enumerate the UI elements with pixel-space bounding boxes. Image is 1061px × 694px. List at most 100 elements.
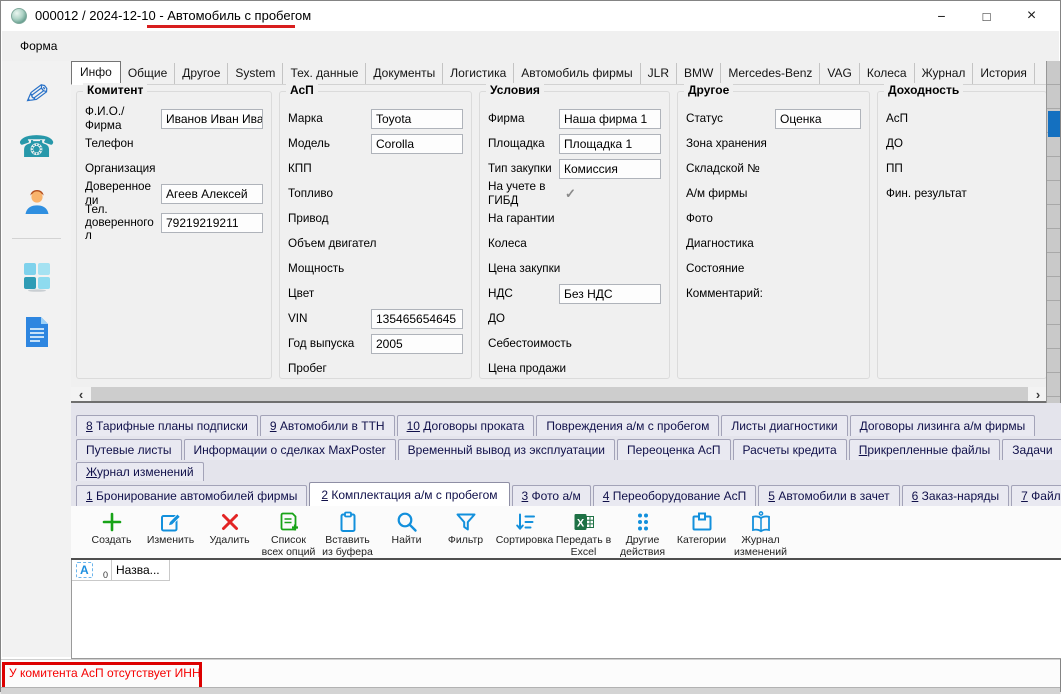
bottom-tab[interactable]: 7 Файлы договора xyxy=(1011,485,1061,506)
top-tab[interactable]: Другое xyxy=(175,63,228,84)
top-tab[interactable]: Автомобиль фирмы xyxy=(514,63,640,84)
field-input[interactable]: Наша фирма 1 xyxy=(559,109,661,129)
name-column-header[interactable]: Назва... xyxy=(112,560,170,581)
top-tab[interactable]: Инфо xyxy=(71,61,121,85)
tab-hotkey: 8 xyxy=(86,419,93,433)
toolbar-button[interactable]: Изменить xyxy=(142,510,199,547)
bottom-tab[interactable]: Прикрепленные файлы xyxy=(849,439,1001,460)
scroll-left-icon[interactable]: ‹ xyxy=(71,387,91,401)
form-field-row: Пробег xyxy=(288,356,463,381)
close-button[interactable]: × xyxy=(1009,1,1054,31)
bottom-tab[interactable]: Информации о сделках MaxPoster xyxy=(184,439,396,460)
bottom-tab[interactable]: 4 Переоборудование АсП xyxy=(593,485,757,506)
pen-button[interactable]: ✎ xyxy=(2,74,71,116)
form-field-row: АсП xyxy=(886,106,1038,131)
field-input[interactable]: 79219219211 xyxy=(161,213,263,233)
bottom-tab[interactable]: 9 Автомобили в ТТН xyxy=(260,415,395,436)
scrollbar-thumb[interactable] xyxy=(91,387,1028,401)
bottom-tab[interactable]: Договоры лизинга а/м фирмы xyxy=(850,415,1036,436)
field-label: На учете в ГИБД xyxy=(488,180,557,206)
menu-item-form[interactable]: Форма xyxy=(14,38,63,54)
right-dock-strip[interactable] xyxy=(1046,61,1060,403)
toolbar-button[interactable]: Фильтр xyxy=(437,510,494,547)
bottom-tab[interactable]: 2 Комплектация а/м с пробегом xyxy=(309,482,509,506)
toolbar-button[interactable]: Найти xyxy=(378,510,435,547)
field-input[interactable]: Площадка 1 xyxy=(559,134,661,154)
top-tab[interactable]: Документы xyxy=(366,63,443,84)
toolbar-button[interactable]: Удалить xyxy=(201,510,258,547)
bottom-tab[interactable]: 10 Договоры проката xyxy=(397,415,535,436)
client-button[interactable] xyxy=(2,183,71,225)
toolbar-button[interactable]: Другие действия xyxy=(614,510,671,559)
top-tab[interactable]: Логистика xyxy=(443,63,514,84)
field-input[interactable]: Агеев Алексей xyxy=(161,184,263,204)
bottom-tab[interactable]: Расчеты кредита xyxy=(733,439,847,460)
bottom-tab[interactable]: Временный вывод из эксплуатации xyxy=(398,439,615,460)
field-input[interactable]: 135465654645 xyxy=(371,309,463,329)
top-tab[interactable]: История xyxy=(973,63,1035,84)
top-tab[interactable]: VAG xyxy=(820,63,859,84)
minimize-button[interactable]: − xyxy=(919,1,964,31)
bottom-tab[interactable]: 8 Тарифные планы подписки xyxy=(76,415,258,436)
field-label: На гарантии xyxy=(488,212,661,225)
field-label: Диагностика xyxy=(686,237,861,250)
dock-strip-selection[interactable] xyxy=(1048,111,1060,137)
form-field-row: А/м фирмы xyxy=(686,181,861,206)
maximize-button[interactable]: □ xyxy=(964,1,1009,31)
phone-button[interactable]: ☎ xyxy=(2,126,71,168)
bottom-tab[interactable]: Задачи xyxy=(1002,439,1061,460)
bottom-tab[interactable]: 5 Автомобили в зачет xyxy=(758,485,899,506)
plus-icon xyxy=(100,510,124,534)
select-column-header[interactable]: A 0 xyxy=(72,560,112,581)
field-input[interactable]: Toyota xyxy=(371,109,463,129)
bottom-tab[interactable]: 1 Бронирование автомобилей фирмы xyxy=(76,485,307,506)
form-field-row: Ф.И.О./ФирмаИванов Иван Ива xyxy=(85,106,263,131)
bottom-tab[interactable]: Переоценка АсП xyxy=(617,439,731,460)
toolbar-button[interactable]: Создать xyxy=(83,510,140,547)
top-tab[interactable]: Колеса xyxy=(860,63,915,84)
toolbar-button[interactable]: XПередать в Excel xyxy=(555,510,612,559)
top-tab[interactable]: Журнал xyxy=(915,63,974,84)
field-input[interactable]: Иванов Иван Ива xyxy=(161,109,263,129)
form-field-row: Комментарий: xyxy=(686,281,861,306)
form-field-row: На гарантии xyxy=(488,206,661,231)
field-input[interactable]: 2005 xyxy=(371,334,463,354)
toolbar-button-label: Фильтр xyxy=(448,535,483,547)
filter-icon xyxy=(454,510,478,534)
bottom-tab[interactable]: Журнал изменений xyxy=(76,462,204,481)
horizontal-scrollbar[interactable]: ‹ › xyxy=(71,387,1048,403)
top-tab[interactable]: JLR xyxy=(641,63,677,84)
field-input[interactable]: Corolla xyxy=(371,134,463,154)
field-input[interactable]: Оценка xyxy=(775,109,861,129)
top-tab[interactable]: System xyxy=(228,63,283,84)
toolbar-button[interactable]: Категории xyxy=(673,510,730,547)
person-icon xyxy=(20,185,54,224)
field-label: ДО xyxy=(886,137,1038,150)
scroll-right-icon[interactable]: › xyxy=(1028,387,1048,401)
top-tab[interactable]: BMW xyxy=(677,63,721,84)
form-field-row: Тел. доверенного л79219219211 xyxy=(85,206,263,239)
bottom-tab[interactable]: Путевые листы xyxy=(76,439,182,460)
bottom-tab[interactable]: Листы диагностики xyxy=(721,415,847,436)
toolbar-button-label: Категории xyxy=(677,535,726,547)
tab-hotkey: 9 xyxy=(270,419,277,433)
documents-button[interactable] xyxy=(2,313,71,355)
top-tab[interactable]: Mercedes-Benz xyxy=(721,63,820,84)
field-input[interactable]: Комиссия xyxy=(559,159,661,179)
row-count-badge: 0 xyxy=(103,570,108,580)
modules-button[interactable] xyxy=(2,257,71,299)
toolbar-button[interactable]: Список всех опций xyxy=(260,510,317,559)
grid-icon xyxy=(21,260,53,297)
toolbar-button[interactable]: Сортировка xyxy=(496,510,553,547)
form-field-row: МодельCorolla xyxy=(288,131,463,156)
top-tab[interactable]: Общие xyxy=(121,63,175,84)
bottom-tab[interactable]: 6 Заказ-наряды xyxy=(902,485,1009,506)
checkbox-checked-icon[interactable]: ✓ xyxy=(557,186,661,202)
field-input[interactable]: Без НДС xyxy=(559,284,661,304)
tab-hotkey: 7 xyxy=(1021,489,1028,503)
bottom-tab[interactable]: Повреждения а/м с пробегом xyxy=(536,415,719,436)
top-tab[interactable]: Тех. данные xyxy=(283,63,366,84)
field-label: НДС xyxy=(488,287,559,300)
bottom-tab[interactable]: 3 Фото а/м xyxy=(512,485,591,506)
toolbar-button[interactable]: Журнал изменений xyxy=(732,510,789,559)
